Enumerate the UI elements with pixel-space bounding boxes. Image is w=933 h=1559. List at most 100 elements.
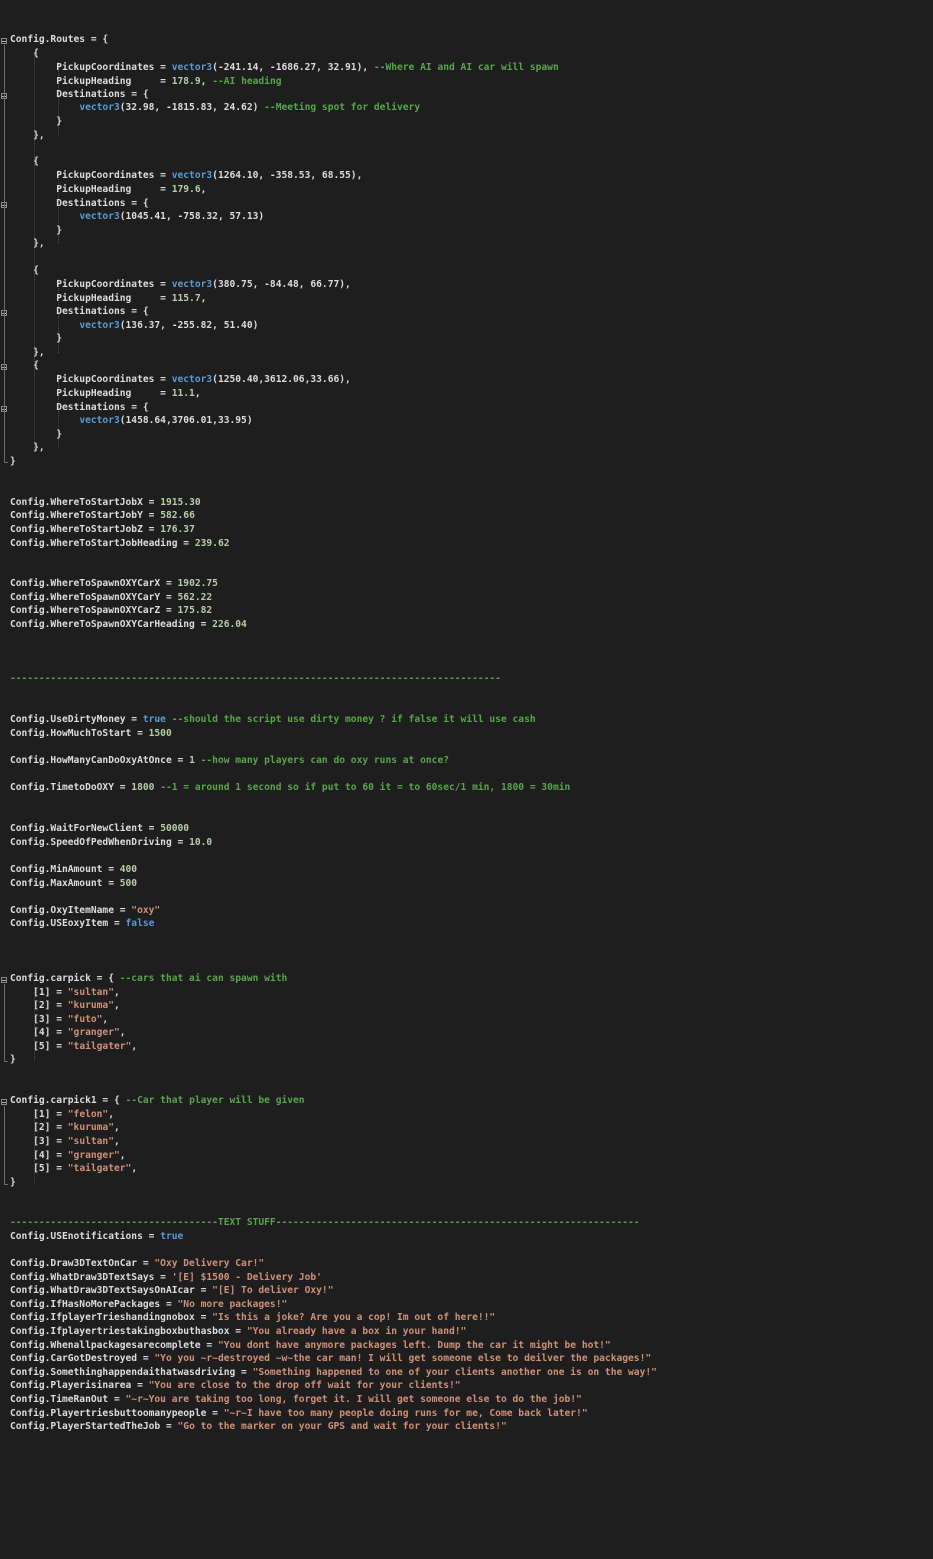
code-token: Config.WhereToStartJobZ = [10, 524, 161, 535]
code-line[interactable]: PickupCoordinates = vector3(-241.14, -16… [10, 61, 559, 75]
code-line[interactable]: PickupHeading = 178.9, --AI heading [10, 75, 282, 89]
code-line[interactable]: Config.Routes = { [10, 33, 108, 47]
code-token: 562.22 [177, 592, 213, 603]
code-token: } [10, 333, 62, 344]
code-line[interactable]: [2] = "kuruma", [10, 1121, 120, 1135]
code-line[interactable]: Config.UseDirtyMoney = true --should the… [10, 713, 536, 727]
fold-toggle-icon[interactable] [1, 38, 7, 44]
code-line[interactable]: } [10, 455, 16, 469]
code-token: , [194, 388, 201, 399]
code-line[interactable]: Config.Whenallpackagesarecomplete = "You… [10, 1339, 611, 1353]
fold-toggle-icon[interactable] [1, 977, 7, 983]
code-line[interactable]: } [10, 115, 62, 129]
code-line[interactable]: { [10, 264, 39, 278]
code-line[interactable]: PickupCoordinates = vector3(1264.10, -35… [10, 169, 362, 183]
code-token: [3] = [10, 1136, 68, 1147]
code-line[interactable]: }, [10, 237, 45, 251]
code-line[interactable]: Config.TimetoDoOXY = 1800 --1 = around 1… [10, 781, 570, 795]
code-line[interactable]: Config.WhatDraw3DTextSaysOnAIcar = "[E] … [10, 1284, 333, 1298]
code-line[interactable]: Config.SpeedOfPedWhenDriving = 10.0 [10, 836, 212, 850]
code-line[interactable]: [3] = "sultan", [10, 1135, 120, 1149]
code-line[interactable]: PickupHeading = 115.7, [10, 292, 206, 306]
code-line[interactable]: vector3(136.37, -255.82, 51.40) [10, 319, 258, 333]
code-line[interactable]: Config.MaxAmount = 500 [10, 877, 137, 891]
code-line[interactable]: { [10, 155, 39, 169]
code-line[interactable]: } [10, 1053, 16, 1067]
code-line[interactable]: Config.OxyItemName = "oxy" [10, 904, 160, 918]
code-line[interactable]: { [10, 359, 39, 373]
code-line[interactable]: vector3(1458.64,3706.01,33.95) [10, 414, 252, 428]
code-line[interactable]: Config.carpick1 = { --Car that player wi… [10, 1094, 305, 1108]
code-line[interactable]: }, [10, 129, 45, 143]
code-line[interactable]: vector3(32.98, -1815.83, 24.62) --Meetin… [10, 101, 420, 115]
code-line[interactable]: Config.USEnotifications = true [10, 1230, 183, 1244]
code-line[interactable]: [5] = "tailgater", [10, 1040, 137, 1054]
code-token: Config.WhereToSpawnOXYCarX = [10, 578, 178, 589]
code-line[interactable]: Config.WhereToSpawnOXYCarY = 562.22 [10, 591, 212, 605]
code-line[interactable]: ----------------------------------------… [10, 672, 501, 686]
code-line[interactable]: [3] = "futo", [10, 1013, 108, 1027]
code-line[interactable]: Config.Draw3DTextOnCar = "Oxy Delivery C… [10, 1257, 264, 1271]
code-line[interactable]: vector3(1045.41, -758.32, 57.13) [10, 210, 264, 224]
code-line[interactable]: Config.carpick = { --cars that ai can sp… [10, 972, 287, 986]
code-line[interactable]: Config.WhereToStartJobHeading = 239.62 [10, 537, 230, 551]
code-line[interactable]: PickupHeading = 179.6, [10, 183, 206, 197]
code-token: (-241.14, -1686.27, 32.91), [212, 62, 374, 73]
code-line[interactable]: Config.Ifplayertriestakingboxbuthasbox =… [10, 1325, 466, 1339]
fold-toggle-icon[interactable] [1, 1099, 7, 1105]
code-line[interactable]: Config.HowManyCanDoOxyAtOnce = 1 --how m… [10, 754, 449, 768]
code-line[interactable]: Config.CarGotDestroyed = "Yo you ~r~dest… [10, 1352, 651, 1366]
code-line[interactable]: Config.MinAmount = 400 [10, 863, 137, 877]
code-line[interactable]: } [10, 224, 62, 238]
code-line[interactable]: [5] = "tailgater", [10, 1162, 137, 1176]
code-line[interactable]: Config.TimeRanOut = "~r~You are taking t… [10, 1393, 582, 1407]
code-token: Config.WhereToSpawnOXYCarHeading = [10, 619, 213, 630]
code-line[interactable]: PickupCoordinates = vector3(1250.40,3612… [10, 373, 351, 387]
code-line[interactable]: Destinations = { [10, 401, 148, 415]
code-line[interactable]: Destinations = { [10, 197, 148, 211]
code-line[interactable]: Config.HowMuchToStart = 1500 [10, 727, 172, 741]
code-line[interactable]: Config.WhereToStartJobY = 582.66 [10, 509, 195, 523]
code-line[interactable]: } [10, 428, 62, 442]
code-line[interactable]: Config.IfHasNoMorePackages = "No more pa… [10, 1298, 287, 1312]
code-line[interactable]: Config.WhatDraw3DTextSays = '[E] $1500 -… [10, 1271, 322, 1285]
code-line[interactable]: [1] = "felon", [10, 1108, 114, 1122]
code-token: [5] = [10, 1041, 68, 1052]
code-line[interactable]: Config.WhereToSpawnOXYCarZ = 175.82 [10, 604, 212, 618]
code-token: Config.WhereToStartJobY = [10, 510, 161, 521]
code-token: Config.HowManyCanDoOxyAtOnce = [10, 755, 190, 766]
code-token: Config.IfplayerTrieshandingnobox = [10, 1312, 213, 1323]
code-line[interactable]: Config.PlayerStartedTheJob = "Go to the … [10, 1420, 507, 1434]
code-line[interactable]: }, [10, 441, 45, 455]
code-line[interactable]: Config.WhereToSpawnOXYCarHeading = 226.0… [10, 618, 247, 632]
code-token: vector3 [171, 170, 213, 181]
code-line[interactable]: Config.USEoxyItem = false [10, 917, 154, 931]
fold-guide-line [4, 984, 5, 1061]
code-line[interactable]: } [10, 332, 62, 346]
code-line[interactable]: { [10, 47, 39, 61]
code-line[interactable]: [2] = "kuruma", [10, 999, 120, 1013]
code-line[interactable]: ------------------------------------TEXT… [10, 1216, 640, 1230]
code-token: --AI heading [212, 76, 282, 87]
code-line[interactable]: } [10, 1176, 16, 1190]
code-token: (32.98, -1815.83, 24.62) [119, 102, 265, 113]
code-line[interactable]: Config.IfplayerTrieshandingnobox = "Is t… [10, 1311, 495, 1325]
code-line[interactable]: Config.Playerisinarea = "You are close t… [10, 1379, 461, 1393]
code-line[interactable]: Config.WhereToStartJobZ = 176.37 [10, 523, 195, 537]
code-line[interactable]: Config.WhereToSpawnOXYCarX = 1902.75 [10, 577, 218, 591]
code-line[interactable]: Config.Playertriesbuttoomanypeople = "~r… [10, 1407, 588, 1421]
code-line[interactable]: Destinations = { [10, 88, 148, 102]
code-line[interactable]: [1] = "sultan", [10, 986, 120, 1000]
code-line[interactable]: Config.WhereToStartJobX = 1915.30 [10, 496, 201, 510]
code-editor[interactable]: Config.Routes = { { PickupCoordinates = … [0, 0, 933, 1559]
code-token: Config.Ifplayertriestakingboxbuthasbox = [10, 1326, 247, 1337]
code-line[interactable]: [4] = "granger", [10, 1149, 125, 1163]
code-token: vector3 [171, 374, 213, 385]
code-line[interactable]: PickupCoordinates = vector3(380.75, -84.… [10, 278, 351, 292]
code-line[interactable]: }, [10, 346, 45, 360]
code-line[interactable]: PickupHeading = 11.1, [10, 387, 201, 401]
code-line[interactable]: [4] = "granger", [10, 1026, 125, 1040]
code-line[interactable]: Destinations = { [10, 305, 148, 319]
code-line[interactable]: Config.WaitForNewClient = 50000 [10, 822, 189, 836]
code-line[interactable]: Config.Somethinghappendaithatwasdriving … [10, 1366, 657, 1380]
